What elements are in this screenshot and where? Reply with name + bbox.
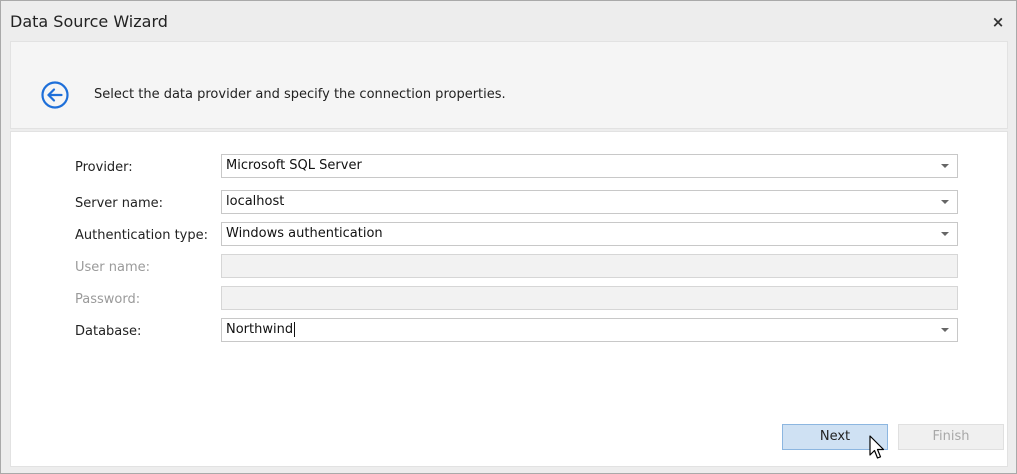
authentication-type-value: Windows authentication	[226, 226, 383, 241]
wizard-window: Data Source Wizard × Select the data pro…	[0, 0, 1017, 474]
authentication-type-label: Authentication type:	[75, 228, 208, 243]
server-name-dropdown[interactable]: localhost	[221, 190, 958, 214]
chevron-down-icon[interactable]	[941, 164, 949, 168]
title-bar: Data Source Wizard ×	[1, 1, 1016, 41]
user-name-field	[221, 254, 958, 278]
chevron-down-icon[interactable]	[941, 232, 949, 236]
user-name-label: User name:	[75, 260, 151, 275]
authentication-type-dropdown[interactable]: Windows authentication	[221, 222, 958, 246]
password-field	[221, 286, 958, 310]
server-name-value: localhost	[226, 194, 285, 209]
connection-form: Provider: Microsoft SQL Server Server na…	[10, 131, 1008, 467]
database-label: Database:	[75, 324, 142, 339]
provider-dropdown[interactable]: Microsoft SQL Server	[221, 154, 958, 178]
close-button[interactable]: ×	[990, 14, 1006, 30]
wizard-instruction: Select the data provider and specify the…	[94, 87, 506, 102]
provider-value: Microsoft SQL Server	[226, 158, 362, 173]
window-title: Data Source Wizard	[10, 12, 168, 31]
database-value: Northwind	[226, 322, 294, 337]
chevron-down-icon[interactable]	[941, 200, 949, 204]
server-name-label: Server name:	[75, 196, 164, 211]
finish-button: Finish	[898, 424, 1004, 450]
provider-label: Provider:	[75, 160, 133, 175]
text-caret	[294, 322, 296, 337]
wizard-header: Select the data provider and specify the…	[10, 41, 1008, 129]
database-dropdown[interactable]: Northwind	[221, 318, 958, 342]
password-label: Password:	[75, 292, 141, 307]
mouse-pointer-icon	[869, 435, 885, 459]
chevron-down-icon[interactable]	[941, 328, 949, 332]
arrow-left-circle-icon[interactable]	[40, 80, 70, 110]
